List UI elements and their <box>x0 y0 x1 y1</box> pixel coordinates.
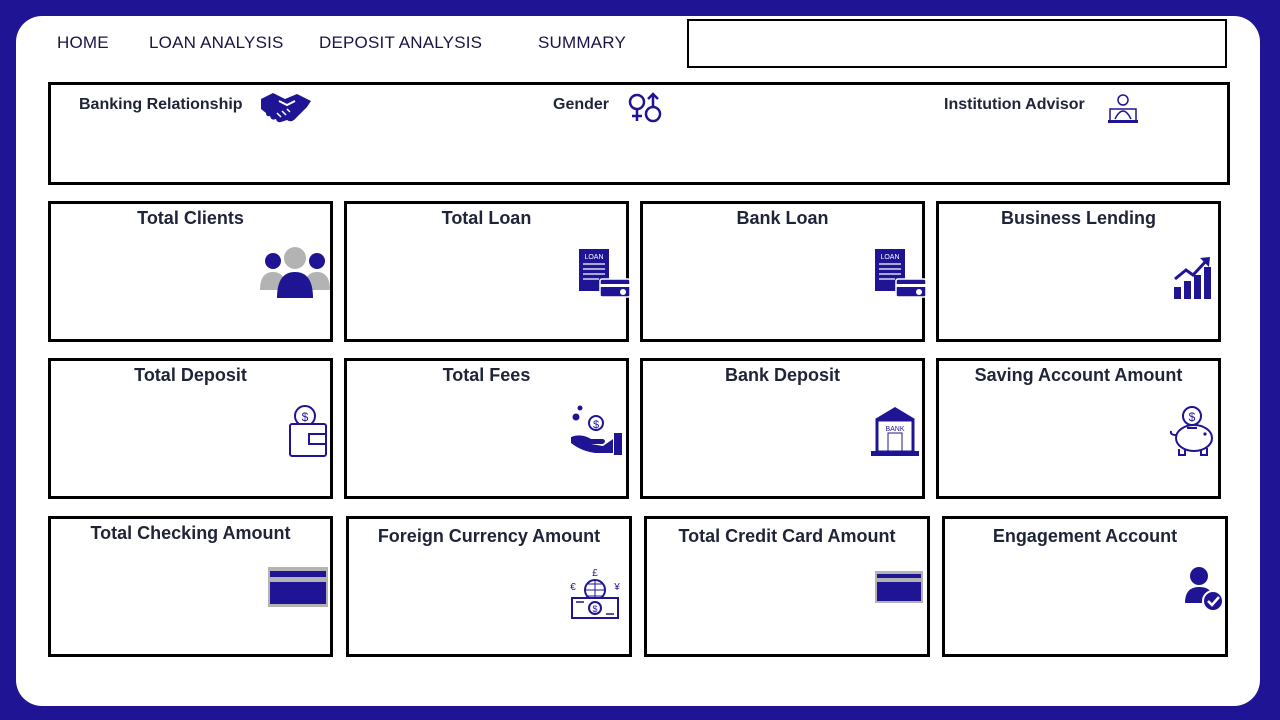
filter-institution-advisor[interactable]: Institution Advisor <box>944 96 1085 114</box>
loan-document-icon: LOAN <box>579 249 631 298</box>
card-foreign-currency-amount[interactable]: Foreign Currency Amount £ € ¥ $ <box>346 516 632 657</box>
users-group-icon <box>260 247 330 298</box>
filter-bar: Banking Relationship Gender Institution … <box>48 82 1230 185</box>
svg-text:¥: ¥ <box>613 582 620 593</box>
advisor-icon <box>1108 94 1138 123</box>
card-total-checking-amount[interactable]: Total Checking Amount <box>48 516 333 657</box>
card-title: Engagement Account <box>992 526 1178 546</box>
piggy-bank-icon: $ <box>1169 406 1213 456</box>
card-title: Total Checking Amount <box>90 523 291 543</box>
svg-text:$: $ <box>592 604 597 614</box>
growth-chart-icon <box>1174 257 1211 299</box>
card-total-deposit[interactable]: Total Deposit $ <box>48 358 333 499</box>
handshake-icon <box>261 93 311 123</box>
card-saving-account-amount[interactable]: Saving Account Amount $ <box>936 358 1221 499</box>
loan-doc-text: LOAN <box>880 254 899 261</box>
card-business-lending[interactable]: Business Lending <box>936 201 1221 342</box>
card-total-credit-card-amount[interactable]: Total Credit Card Amount <box>644 516 930 657</box>
credit-card-icon <box>268 567 328 607</box>
nav-loan-analysis[interactable]: LOAN ANALYSIS <box>149 33 284 53</box>
card-bank-loan[interactable]: Bank Loan LOAN <box>640 201 927 342</box>
loan-document-icon: LOAN <box>875 249 927 298</box>
card-title: Foreign Currency Amount <box>377 526 601 546</box>
card-title: Total Deposit <box>134 365 247 385</box>
svg-text:£: £ <box>592 568 598 579</box>
nav-summary[interactable]: SUMMARY <box>538 33 626 53</box>
currency-exchange-icon: £ € ¥ $ <box>570 568 620 619</box>
card-title: Total Fees <box>442 365 531 385</box>
card-title: Bank Deposit <box>724 365 841 385</box>
loan-doc-text: LOAN <box>584 254 603 261</box>
nav-home[interactable]: HOME <box>57 33 109 53</box>
bank-building-icon: BANK <box>871 407 919 456</box>
card-engagement-account[interactable]: Engagement Account <box>942 516 1228 657</box>
search-input[interactable] <box>687 19 1227 68</box>
hand-coins-icon: $ <box>571 405 622 455</box>
bank-building-text: BANK <box>885 426 904 433</box>
card-total-clients[interactable]: Total Clients <box>48 201 333 342</box>
card-total-loan[interactable]: Total Loan LOAN <box>344 201 631 342</box>
card-total-fees[interactable]: Total Fees $ <box>344 358 629 499</box>
filter-banking-relationship[interactable]: Banking Relationship <box>79 96 243 114</box>
card-title: Saving Account Amount <box>974 365 1183 385</box>
filter-gender[interactable]: Gender <box>553 96 609 114</box>
card-title: Total Credit Card Amount <box>678 526 896 546</box>
svg-text:$: $ <box>302 410 309 424</box>
card-title: Bank Loan <box>736 208 829 228</box>
user-check-icon <box>1185 567 1224 611</box>
card-title: Business Lending <box>1000 208 1157 228</box>
gender-icon <box>628 92 662 123</box>
svg-text:$: $ <box>1189 410 1196 424</box>
wallet-coin-icon: $ <box>289 405 327 457</box>
credit-card-icon <box>875 571 923 603</box>
nav-deposit-analysis[interactable]: DEPOSIT ANALYSIS <box>319 33 482 53</box>
card-title: Total Loan <box>441 208 532 228</box>
card-title: Total Clients <box>137 208 244 228</box>
card-bank-deposit[interactable]: Bank Deposit BANK <box>640 358 925 499</box>
svg-text:$: $ <box>593 419 599 431</box>
svg-text:€: € <box>570 582 576 593</box>
